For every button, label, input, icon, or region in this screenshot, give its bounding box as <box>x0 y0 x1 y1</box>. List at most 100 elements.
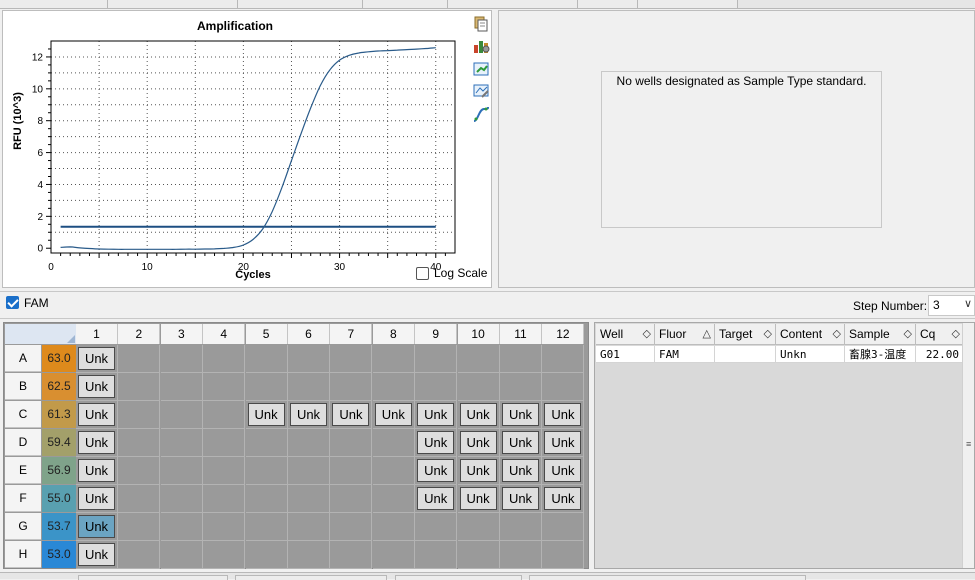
plate-well[interactable]: Unk <box>542 401 585 429</box>
plate-well[interactable]: Unk <box>76 401 118 429</box>
plate-well[interactable] <box>245 513 288 541</box>
plate-well[interactable] <box>288 429 330 457</box>
plate-well[interactable] <box>203 345 246 373</box>
top-tab[interactable] <box>238 0 363 8</box>
plate-well[interactable] <box>160 429 203 457</box>
plate-well[interactable]: Unk <box>76 429 118 457</box>
print-icon[interactable] <box>472 82 490 100</box>
plate-column-header[interactable]: 8 <box>372 324 415 344</box>
plate-row-header[interactable]: H <box>5 541 41 568</box>
plate-well[interactable]: Unk <box>372 401 415 429</box>
plate-row-header[interactable]: E <box>5 457 41 484</box>
table-column-header[interactable]: Target ◇ <box>715 324 776 345</box>
top-tab[interactable] <box>578 0 638 8</box>
plate-well[interactable] <box>330 373 373 401</box>
top-tab[interactable] <box>0 0 108 8</box>
plate-well[interactable] <box>542 373 585 401</box>
plate-column-header[interactable]: 11 <box>500 324 542 344</box>
plate-well[interactable] <box>457 345 500 373</box>
plate-row-header[interactable]: F <box>5 485 41 512</box>
plate-column-header[interactable]: 7 <box>330 324 373 344</box>
chart-settings-icon[interactable] <box>472 37 490 55</box>
plate-well[interactable] <box>542 513 585 541</box>
table-column-header[interactable]: Cq ◇ <box>916 324 964 345</box>
plate-well[interactable] <box>160 541 203 569</box>
plate-well[interactable] <box>288 513 330 541</box>
plate-column-header[interactable]: 1 <box>76 324 118 344</box>
plate-well[interactable] <box>372 429 415 457</box>
plate-well[interactable]: Unk <box>415 429 458 457</box>
plate-well[interactable] <box>203 373 246 401</box>
plate-well[interactable] <box>415 345 458 373</box>
series-line[interactable] <box>60 47 436 250</box>
table-cell[interactable]: G01 <box>596 346 655 363</box>
plate-well[interactable] <box>160 401 203 429</box>
plate-well[interactable] <box>288 373 330 401</box>
plate-well[interactable] <box>160 513 203 541</box>
plate-row-header[interactable]: G <box>5 513 41 540</box>
copy-icon[interactable] <box>472 14 490 32</box>
plate-well[interactable]: Unk <box>457 457 500 485</box>
plate-well[interactable] <box>330 345 373 373</box>
vertical-scrollbar[interactable]: ≡ <box>962 323 974 568</box>
plate-column-header[interactable]: 9 <box>415 324 458 344</box>
plate-well[interactable] <box>160 345 203 373</box>
plate-well[interactable]: Unk <box>500 485 542 513</box>
plate-well[interactable] <box>372 513 415 541</box>
plate-well[interactable] <box>330 429 373 457</box>
plate-well[interactable]: Unk <box>542 485 585 513</box>
table-column-header[interactable]: Content ◇ <box>776 324 845 345</box>
plate-well[interactable] <box>330 541 373 569</box>
plate-well[interactable] <box>118 457 161 485</box>
plate-well[interactable] <box>288 345 330 373</box>
plate-well[interactable]: Unk <box>330 401 373 429</box>
plate-well[interactable] <box>500 345 542 373</box>
plate-well[interactable]: Unk <box>500 429 542 457</box>
plate-well[interactable]: Unk <box>76 541 118 569</box>
plate-well[interactable] <box>118 429 161 457</box>
plate-well[interactable] <box>203 541 246 569</box>
plate-well[interactable] <box>500 513 542 541</box>
plate-well[interactable] <box>118 373 161 401</box>
plate-well[interactable]: Unk <box>76 373 118 401</box>
plate-well[interactable] <box>245 345 288 373</box>
top-tab[interactable] <box>448 0 578 8</box>
table-column-header[interactable]: Sample ◇ <box>845 324 916 345</box>
plate-well[interactable] <box>372 345 415 373</box>
plate-well[interactable] <box>118 541 161 569</box>
plate-well[interactable] <box>542 541 585 569</box>
plate-well[interactable]: Unk <box>76 513 118 541</box>
plate-well[interactable]: Unk <box>415 401 458 429</box>
table-column-header[interactable]: Fluor △ <box>655 324 715 345</box>
table-cell[interactable]: 畜腺3-温度 <box>845 346 916 363</box>
fam-checkbox[interactable] <box>6 296 19 309</box>
plate-well[interactable]: Unk <box>76 485 118 513</box>
table-column-header[interactable]: Well ◇ <box>596 324 655 345</box>
plate-well[interactable] <box>330 513 373 541</box>
plate-column-header[interactable]: 6 <box>288 324 330 344</box>
plate-well[interactable]: Unk <box>457 429 500 457</box>
bottom-tab[interactable] <box>395 575 522 580</box>
export-icon[interactable] <box>472 60 490 78</box>
plate-well[interactable] <box>372 541 415 569</box>
plate-well[interactable] <box>372 485 415 513</box>
sort-icon[interactable]: ◇ <box>904 324 912 345</box>
plate-well[interactable]: Unk <box>457 485 500 513</box>
bottom-tab[interactable] <box>529 575 806 580</box>
plate-well[interactable] <box>330 485 373 513</box>
plate-well[interactable] <box>160 373 203 401</box>
plate-well[interactable] <box>160 457 203 485</box>
plate-well[interactable] <box>288 541 330 569</box>
plate-well[interactable]: Unk <box>415 485 458 513</box>
plate-well[interactable] <box>500 541 542 569</box>
sort-icon[interactable]: ◇ <box>764 324 772 345</box>
plate-well[interactable] <box>245 485 288 513</box>
plate-well[interactable] <box>288 485 330 513</box>
curve-fit-icon[interactable] <box>472 105 490 123</box>
plate-well[interactable] <box>330 457 373 485</box>
table-cell[interactable]: FAM <box>655 346 715 363</box>
plate-well[interactable] <box>372 373 415 401</box>
bottom-tab[interactable] <box>235 575 387 580</box>
plate-well[interactable] <box>457 373 500 401</box>
plate-well[interactable] <box>203 485 246 513</box>
